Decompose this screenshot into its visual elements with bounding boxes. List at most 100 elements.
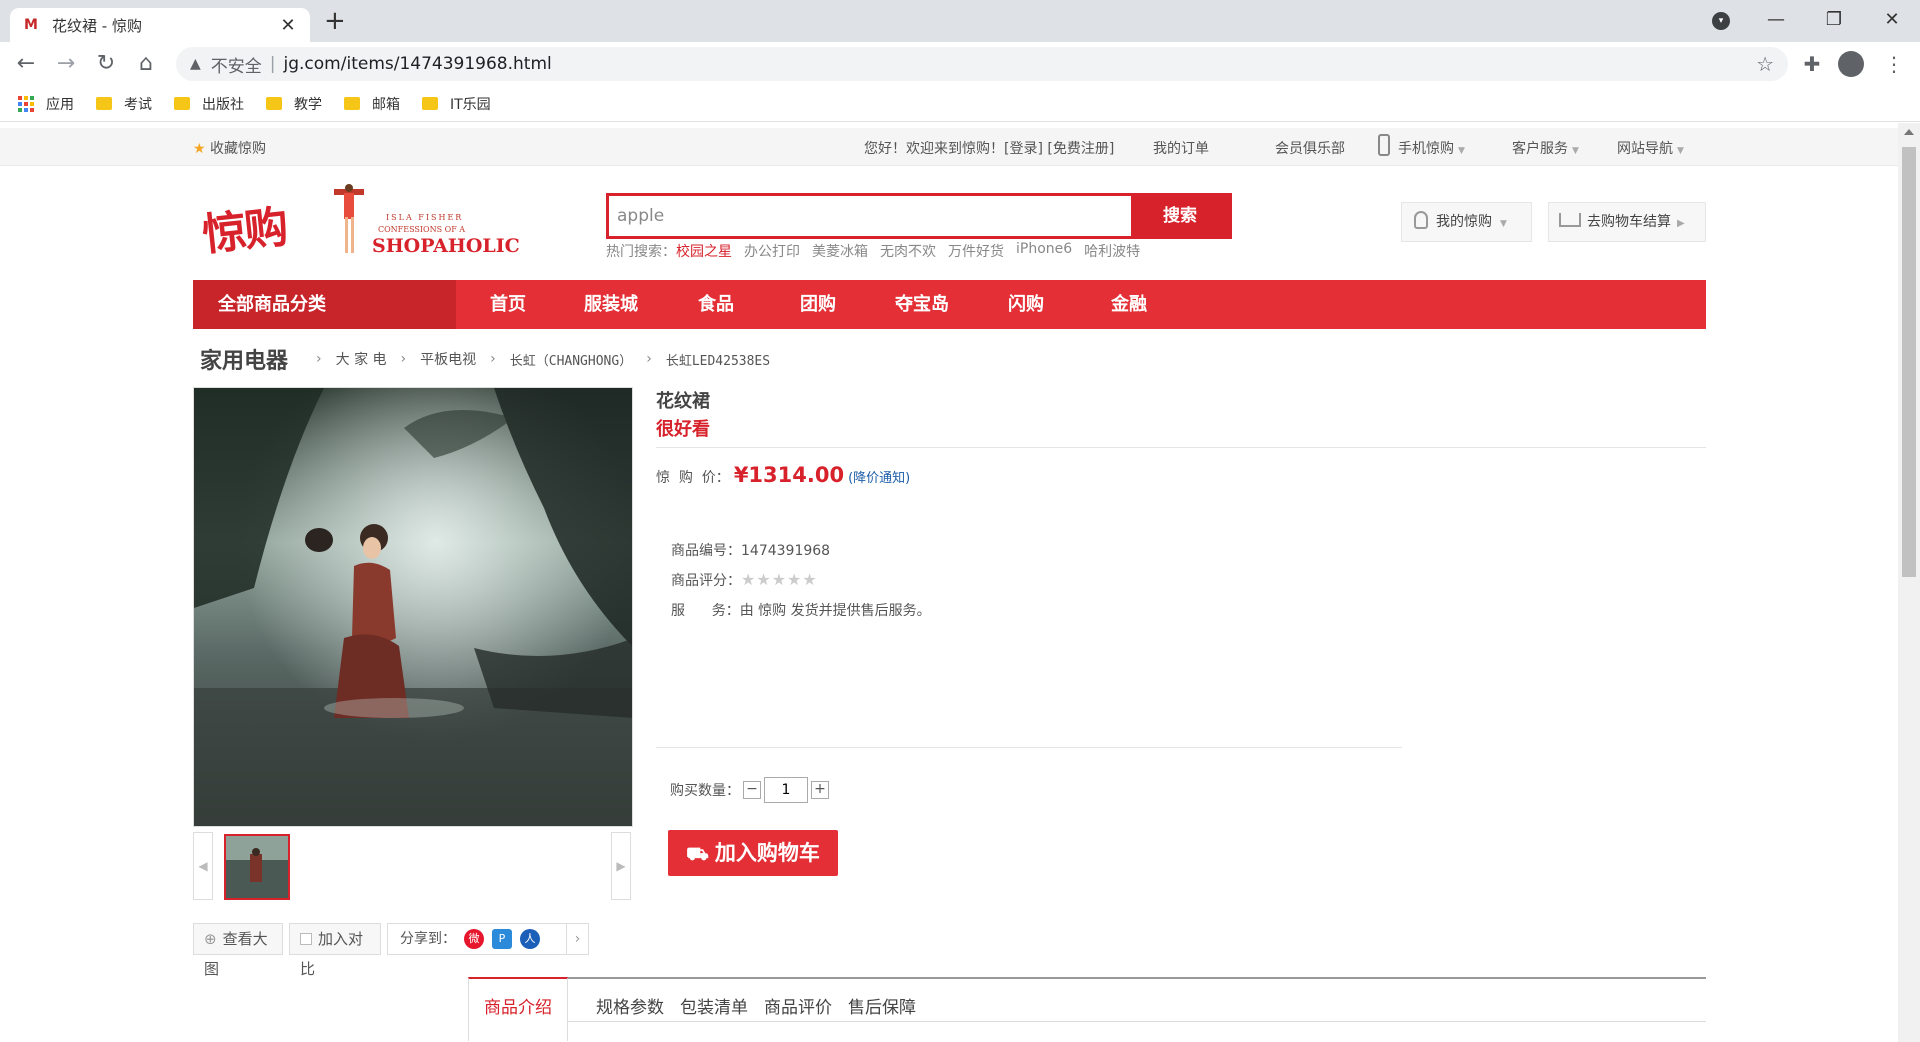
hot-search-item[interactable]: 美菱冰箱 <box>812 241 868 261</box>
welcome-login-register[interactable]: 您好！欢迎来到惊购！[登录] [免费注册] <box>864 138 1114 158</box>
thumbnail-next-button[interactable]: ▶ <box>611 832 631 900</box>
bookmark-star-icon[interactable]: ☆ <box>1756 52 1774 76</box>
hot-search-item[interactable]: 办公打印 <box>744 241 800 261</box>
go-to-cart-button[interactable]: 去购物车结算 ▶ <box>1548 202 1706 242</box>
maximize-button[interactable]: ❐ <box>1806 0 1862 42</box>
customer-service-menu[interactable]: 客户服务 ▼ <box>1512 138 1579 158</box>
browser-tab[interactable]: M 花纹裙 - 惊购 ✕ <box>10 8 310 42</box>
hot-search-label: 热门搜索： <box>606 244 676 260</box>
hot-search-item[interactable]: 校园之星 <box>676 241 732 261</box>
search-input[interactable] <box>609 196 1131 236</box>
hot-search-item[interactable]: 万件好货 <box>948 241 1004 261</box>
my-jinggou-label: 我的惊购 <box>1436 214 1492 230</box>
renren-share-icon[interactable]: 人 <box>520 929 540 949</box>
close-window-button[interactable]: ✕ <box>1864 0 1920 42</box>
member-club-link[interactable]: 会员俱乐部 <box>1275 138 1345 158</box>
chevron-right-icon: › <box>490 351 496 367</box>
hot-search-item[interactable]: iPhone6 <box>1016 241 1072 261</box>
add-to-cart-button[interactable]: ⛟ 加入购物车 <box>668 830 838 876</box>
my-jinggou-button[interactable]: 我的惊购 ▼ <box>1401 202 1532 242</box>
search-button[interactable]: 搜索 <box>1131 196 1229 236</box>
breadcrumb-item[interactable]: 平板电视 <box>420 349 476 369</box>
product-id-row: 商品编号：1474391968 <box>671 540 830 560</box>
tab-product-intro[interactable]: 商品介绍 <box>468 977 568 1041</box>
zoom-icon: ⊕ <box>204 930 217 948</box>
site-favicon-icon: M <box>24 17 38 33</box>
increase-quantity-button[interactable]: + <box>811 781 829 799</box>
all-categories-button[interactable]: 全部商品分类 <box>193 280 456 329</box>
scroll-up-icon[interactable] <box>1904 129 1914 135</box>
bookmark-apps[interactable]: 应用 <box>18 94 74 114</box>
tab-search-icon[interactable]: ▾ <box>1712 12 1730 30</box>
breadcrumb-item[interactable]: 大 家 电 <box>336 349 387 369</box>
nav-item-groupbuy[interactable]: 团购 <box>800 280 836 329</box>
reload-icon[interactable]: ↻ <box>90 48 122 80</box>
view-large-image-button[interactable]: ⊕ 查看大图 <box>193 923 283 978</box>
my-orders-link[interactable]: 我的订单 <box>1153 138 1209 158</box>
bookmark-folder[interactable]: 考试 <box>96 94 152 114</box>
chevron-right-icon: › <box>316 351 322 367</box>
hot-search-item[interactable]: 哈利波特 <box>1084 241 1140 261</box>
qzone-share-icon[interactable]: P <box>492 929 512 949</box>
thumbnail-prev-button[interactable]: ◀ <box>193 832 213 900</box>
thumbnail-image[interactable] <box>224 834 290 900</box>
price-label: 惊 购 价： <box>656 470 730 486</box>
insecure-label: 不安全 <box>210 56 262 77</box>
bookmark-folder[interactable]: 出版社 <box>174 94 244 114</box>
tab-package[interactable]: 包装清单 <box>680 993 748 1018</box>
site-logo[interactable]: 惊购 ISLA FISHER CONFESSIONS OF A SHOPAHOL… <box>196 181 520 261</box>
tabs-underline <box>568 1021 1706 1022</box>
product-id: 1474391968 <box>741 543 831 559</box>
breadcrumb-current: 长虹LED42538ES <box>665 353 771 369</box>
add-compare-button[interactable]: 加入对比 <box>289 923 381 978</box>
bookmark-folder[interactable]: IT乐园 <box>422 94 491 114</box>
nav-item-flash[interactable]: 闪购 <box>1008 280 1044 329</box>
folder-icon <box>96 97 112 110</box>
favorite-site-link[interactable]: ★ 收藏惊购 <box>193 138 266 158</box>
nav-item-food[interactable]: 食品 <box>698 280 734 329</box>
minimize-button[interactable]: — <box>1748 0 1804 42</box>
nav-item-clothing[interactable]: 服装城 <box>584 280 638 329</box>
address-bar[interactable]: ▲ 不安全 | jg.com/items/1474391968.html ☆ <box>176 47 1788 81</box>
site-nav-menu[interactable]: 网站导航 ▼ <box>1617 138 1684 158</box>
weibo-share-icon[interactable]: 微 <box>464 929 484 949</box>
profile-avatar[interactable] <box>1838 51 1864 77</box>
scrollbar-thumb[interactable] <box>1902 147 1916 577</box>
chevron-down-icon: ▼ <box>1458 146 1465 156</box>
tab-specs[interactable]: 规格参数 <box>596 993 664 1018</box>
cart-icon: ⛟ <box>686 844 709 865</box>
bookmark-folder[interactable]: 邮箱 <box>344 94 400 114</box>
nav-item-home[interactable]: 首页 <box>490 280 526 329</box>
quantity-input[interactable] <box>764 777 808 803</box>
forward-icon[interactable]: → <box>50 48 82 80</box>
browser-menu-icon[interactable]: ⋮ <box>1880 50 1908 78</box>
tab-reviews[interactable]: 商品评价 <box>764 993 832 1018</box>
product-main-image[interactable] <box>193 387 633 827</box>
mobile-link[interactable]: 手机惊购 ▼ <box>1378 134 1465 160</box>
hot-search-item[interactable]: 无肉不欢 <box>880 241 936 261</box>
bookmarks-bar: 应用 考试 出版社 教学 邮箱 IT乐园 <box>0 86 1920 122</box>
folder-icon <box>344 97 360 110</box>
chevron-right-icon[interactable]: › <box>566 924 588 954</box>
decrease-quantity-button[interactable]: − <box>743 781 761 799</box>
extensions-icon[interactable]: ✚ <box>1798 50 1826 78</box>
nav-item-finance[interactable]: 金融 <box>1111 280 1147 329</box>
bookmark-label: 教学 <box>294 96 322 113</box>
breadcrumb-item[interactable]: 长虹（CHANGHONG） <box>510 350 632 369</box>
close-tab-icon[interactable]: ✕ <box>278 15 298 36</box>
logo-shopaholic: SHOPAHOLIC <box>372 235 520 257</box>
bookmark-folder[interactable]: 教学 <box>266 94 322 114</box>
price-drop-notice-link[interactable]: (降价通知) <box>848 467 910 486</box>
tab-after-sales[interactable]: 售后保障 <box>848 993 916 1018</box>
compare-checkbox[interactable] <box>300 933 312 945</box>
page-scrollbar[interactable] <box>1898 123 1920 1042</box>
new-tab-button[interactable]: + <box>324 8 346 34</box>
url-text[interactable]: jg.com/items/1474391968.html <box>284 54 552 74</box>
star-icon: ★ <box>193 141 206 157</box>
home-icon[interactable]: ⌂ <box>130 48 162 80</box>
nav-item-treasure[interactable]: 夺宝岛 <box>895 280 949 329</box>
chevron-right-icon: › <box>646 351 652 367</box>
breadcrumb-root[interactable]: 家用电器 <box>200 343 288 375</box>
share-bar: 分享到： 微 P 人 › <box>387 923 589 955</box>
back-icon[interactable]: ← <box>10 48 42 80</box>
